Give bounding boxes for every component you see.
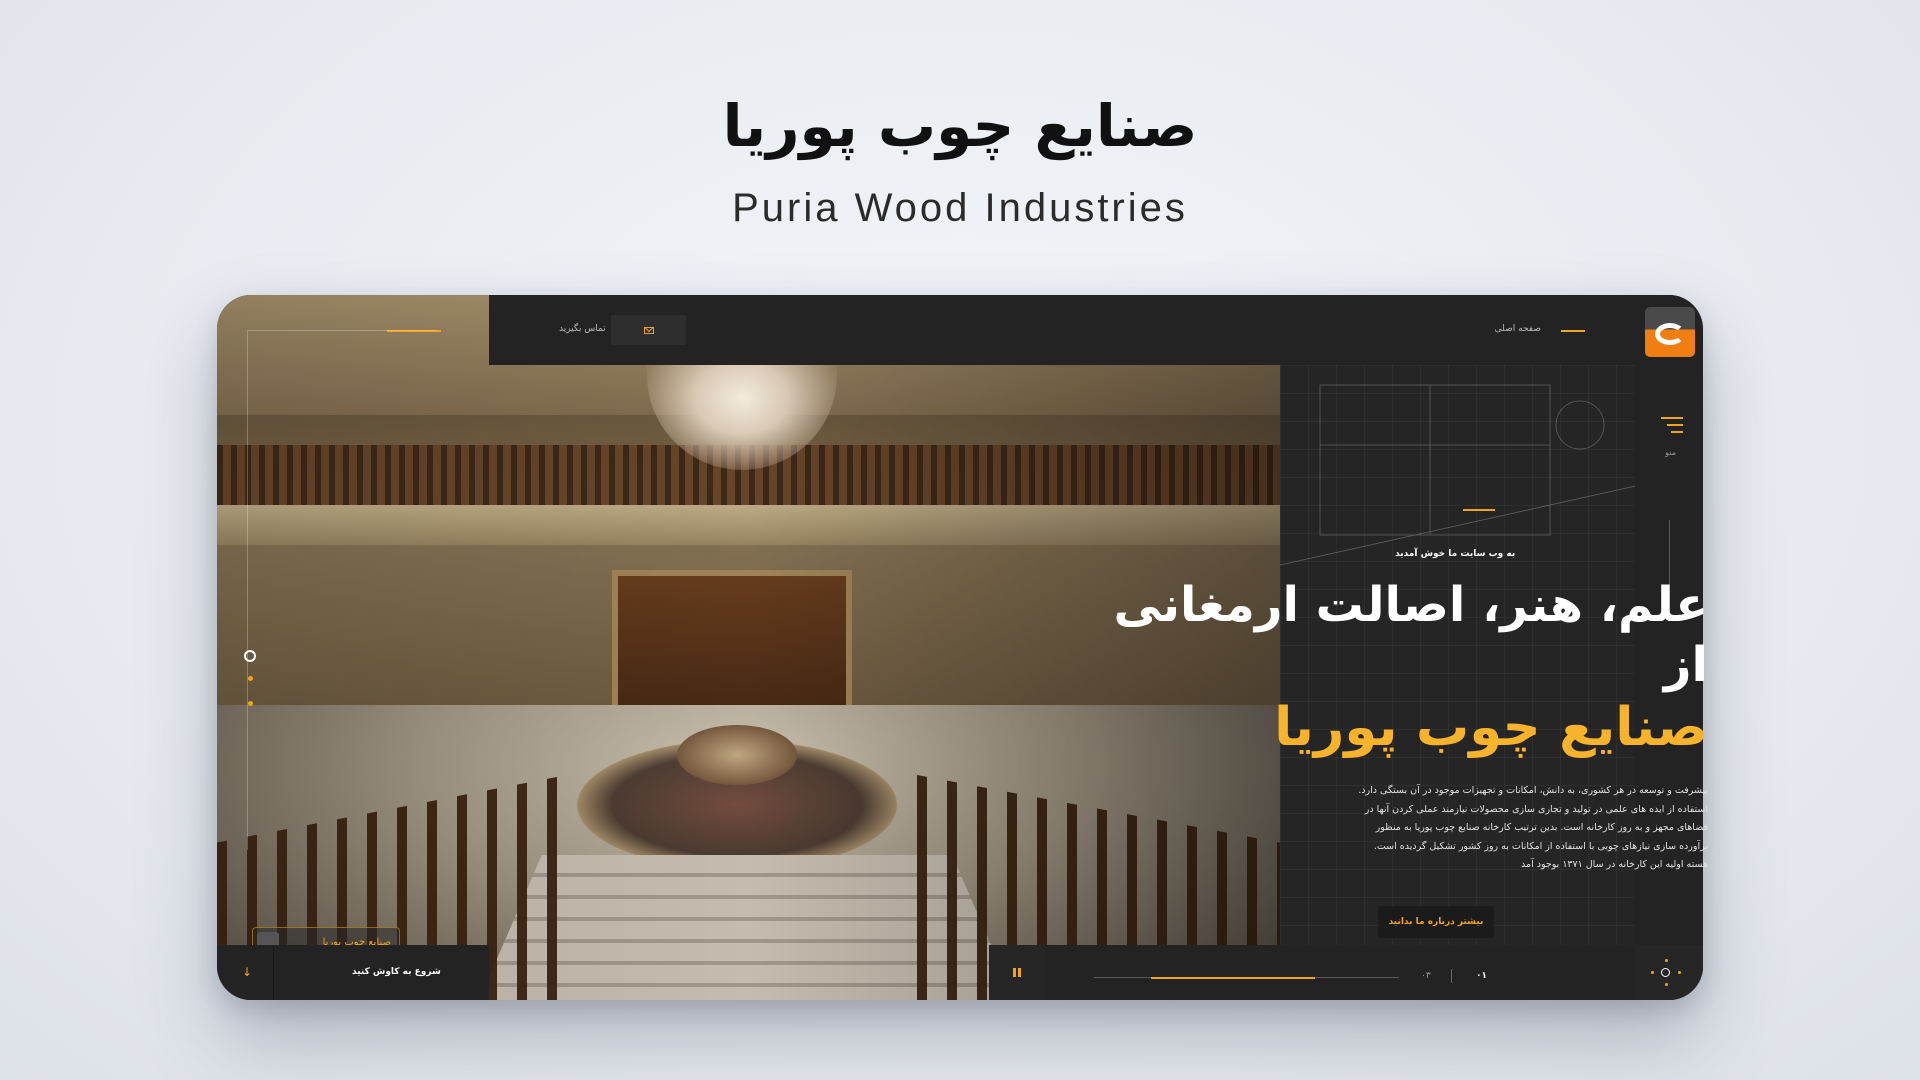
scroll-down-icon[interactable]: ↓	[242, 965, 252, 979]
header: تماس بگیرید صفحه اصلی	[489, 295, 1703, 365]
mail-icon	[643, 326, 654, 334]
slide-current: ۰۱	[1476, 971, 1487, 981]
slide-progress-fill	[1151, 977, 1315, 979]
menu-icon[interactable]	[1661, 417, 1683, 438]
menu-label[interactable]: منو	[1665, 448, 1676, 457]
showcase-subtitle: Puria Wood Industries	[732, 186, 1188, 230]
nav-home-link[interactable]: صفحه اصلی	[1495, 324, 1541, 334]
contact-button[interactable]	[611, 315, 686, 345]
slide-dot[interactable]	[248, 701, 253, 706]
scroll-label[interactable]: شروع به کاوش کنید	[352, 967, 441, 977]
intro-paragraph: پیشرفت و توسعه در هر کشوری، به دانش، امک…	[1358, 785, 1708, 870]
slide-dots	[244, 650, 256, 726]
site-logo[interactable]	[1645, 307, 1695, 357]
slide-dot-active[interactable]	[244, 650, 256, 662]
corner-target-icon	[1635, 945, 1703, 1000]
contact-label[interactable]: تماس بگیرید	[559, 324, 606, 334]
logo-icon	[1655, 323, 1685, 345]
headline-accent: صنایع چوب پوریا	[1274, 697, 1708, 758]
accent-line	[1463, 509, 1495, 511]
slide-total: ۰۳	[1421, 971, 1431, 981]
slide-progress-track	[1094, 977, 1399, 979]
headline-line-2: از	[1663, 637, 1708, 693]
slider-controls: ۰۳ ۰۱	[989, 945, 1703, 1000]
pause-button[interactable]	[989, 945, 1045, 1000]
pause-icon	[1013, 968, 1021, 977]
guide-frame	[247, 330, 437, 850]
showcase-title: صنایع چوب پوریا	[722, 92, 1198, 160]
slide-dot[interactable]	[248, 676, 253, 681]
nav-active-line	[1561, 330, 1585, 332]
welcome-text: به وب سایت ما خوش آمدید	[1395, 549, 1516, 559]
headline-line-1: علم، هنر، اصالت ارمغانی	[1113, 577, 1708, 633]
about-button[interactable]: بیشتر درباره ما بدانید	[1378, 906, 1494, 938]
hero-headline: علم، هنر، اصالت ارمغانی از	[988, 575, 1708, 695]
scroll-bar: ↓ شروع به کاوش کنید	[217, 945, 489, 1000]
